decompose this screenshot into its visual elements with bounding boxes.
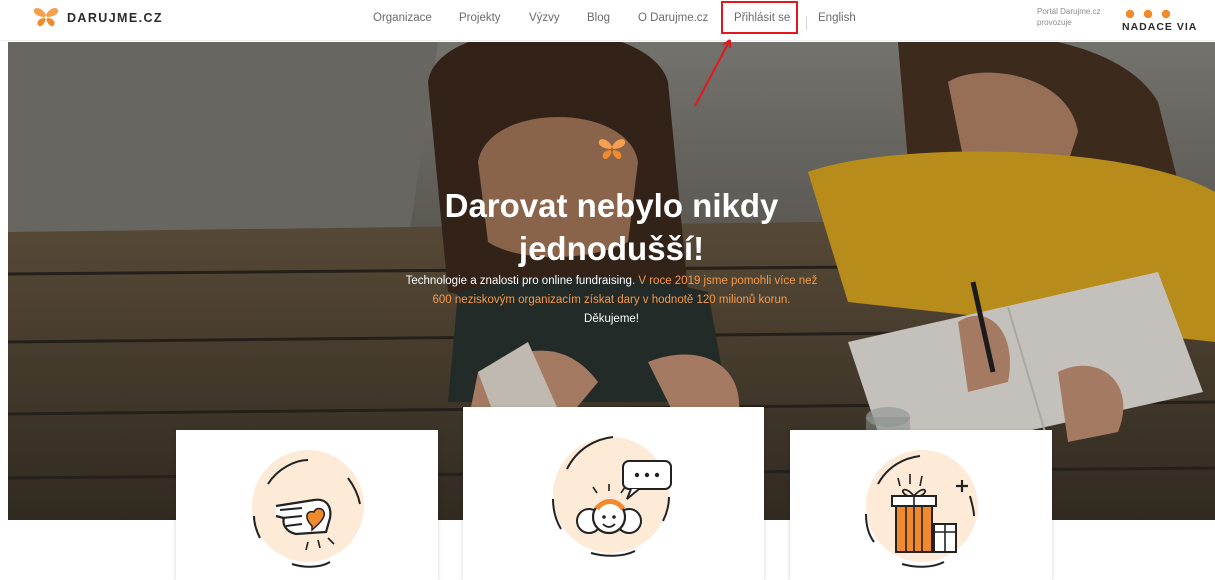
feature-card-community[interactable]: [463, 407, 764, 580]
hero-subtitle-line-3: Děkujeme!: [584, 313, 639, 325]
annotation-arrow-icon: [694, 39, 731, 107]
hero-subtitle-orange-1: V roce 2019 jsme pomohli více než: [635, 275, 818, 287]
portal-line-2: provozuje: [1037, 18, 1072, 27]
people-chat-icon: [552, 436, 672, 557]
nav-blog[interactable]: Blog: [587, 12, 610, 24]
feature-card-gifts[interactable]: [790, 430, 1052, 580]
hand-heart-icon: [252, 450, 364, 568]
nadace-via-logo[interactable]: NADACE VIA: [1122, 21, 1197, 33]
feature-card-donate[interactable]: [176, 430, 438, 580]
nav-o-darujme[interactable]: O Darujme.cz: [638, 12, 708, 24]
hero-title: Darovat nebylo nikdy jednodušší!: [8, 184, 1215, 270]
hero-subtitle-line-1: Technologie a znalosti pro online fundra…: [8, 272, 1215, 291]
portal-line-1: Portál Darujme.cz: [1037, 7, 1101, 16]
hero-subtitle-white: Technologie a znalosti pro online fundra…: [405, 275, 636, 287]
login-highlight-box: [721, 1, 798, 34]
nav-projekty[interactable]: Projekty: [459, 12, 501, 24]
hero-title-line-1: Darovat nebylo nikdy: [444, 187, 779, 224]
main-nav: Organizace Projekty Výzvy Blog O Darujme…: [0, 12, 1215, 32]
gifts-icon: [865, 450, 978, 568]
hero-butterfly-icon: [598, 139, 626, 160]
nadace-via-dots-icon: [1125, 9, 1171, 19]
hero-title-line-2: jednodušší!: [518, 230, 705, 267]
hero-subtitle: Technologie a znalosti pro online fundra…: [8, 272, 1215, 329]
nav-english[interactable]: English: [818, 12, 856, 24]
hero-subtitle-line-2: 600 neziskovým organizacím získat dary v…: [432, 294, 791, 306]
nav-vyzvy[interactable]: Výzvy: [529, 12, 560, 24]
nav-organizace[interactable]: Organizace: [373, 12, 432, 24]
top-header: DARUJME.CZ Organizace Projekty Výzvy Blo…: [0, 0, 1215, 41]
nav-separator: [806, 16, 807, 30]
portal-operator-text: Portál Darujme.cz provozuje: [1037, 6, 1101, 28]
